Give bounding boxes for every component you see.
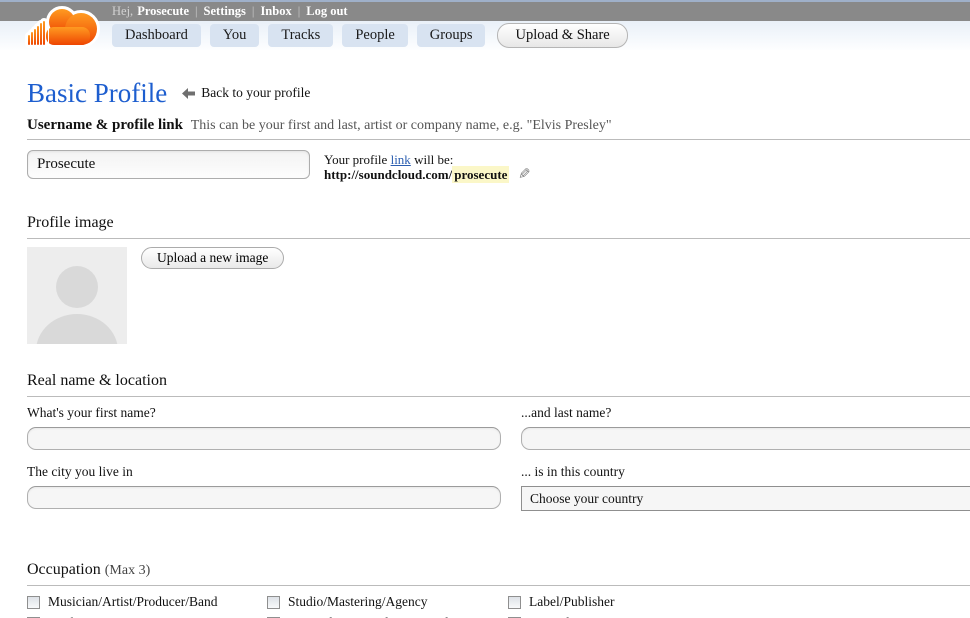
username-section-header: Username & profile link This can be your… xyxy=(27,117,970,140)
checkbox[interactable] xyxy=(267,595,280,609)
page-content: Basic Profile Back to your profile Usern… xyxy=(0,77,970,618)
real-name-grid: What's your first name? The city you liv… xyxy=(27,397,970,511)
profile-url-slug: prosecute xyxy=(452,166,510,183)
separator: | xyxy=(195,4,198,18)
upload-image-button[interactable]: Upload a new image xyxy=(141,247,285,269)
profile-url-line: http://soundcloud.com/prosecute ✎ xyxy=(324,165,531,183)
right-column: ...and last name? ... is in this country… xyxy=(521,397,970,511)
account-topbar: Hej, Prosecute | Settings | Inbox | Log … xyxy=(0,2,970,21)
checkbox[interactable] xyxy=(27,595,40,609)
last-name-input[interactable] xyxy=(521,427,970,450)
soundcloud-basic-profile-page: Hej, Prosecute | Settings | Inbox | Log … xyxy=(0,0,970,618)
left-column: What's your first name? The city you liv… xyxy=(27,397,501,511)
separator: | xyxy=(297,4,301,18)
separator: | xyxy=(251,4,255,18)
title-row: Basic Profile Back to your profile xyxy=(27,77,970,109)
nav-you[interactable]: You xyxy=(209,24,260,47)
edit-pencil-icon[interactable]: ✎ xyxy=(518,165,531,183)
nav-tracks[interactable]: Tracks xyxy=(268,24,334,47)
profile-image-row: Upload a new image xyxy=(27,247,970,344)
topbar-inbox-link[interactable]: Inbox xyxy=(260,4,291,19)
occupation-options: Musician/Artist/Producer/Band Studio/Mas… xyxy=(27,594,970,618)
occupation-label: Label/Publisher xyxy=(529,594,615,609)
checkbox[interactable] xyxy=(508,595,521,609)
topbar-settings-link[interactable]: Settings xyxy=(204,4,246,19)
profile-image-section-title: Profile image xyxy=(27,214,114,231)
city-input[interactable] xyxy=(27,486,501,509)
occupation-max-note: (Max 3) xyxy=(104,563,151,578)
nav-dashboard[interactable]: Dashboard xyxy=(112,24,201,47)
nav-people[interactable]: People xyxy=(342,24,408,47)
profile-link-text-before: Your profile xyxy=(324,152,388,167)
username-section-hint: This can be your first and last, artist … xyxy=(190,118,612,133)
profile-url-base: http://soundcloud.com/ xyxy=(324,167,453,182)
country-label: ... is in this country xyxy=(521,464,625,479)
page-title: Basic Profile xyxy=(27,78,168,108)
topbar-username-link[interactable]: Prosecute xyxy=(137,4,189,19)
occupation-option-label-publisher[interactable]: Label/Publisher xyxy=(508,594,970,610)
first-name-label: What's your first name? xyxy=(27,405,156,420)
occupation-label: Studio/Mastering/Agency xyxy=(288,594,428,609)
occupation-section-title: Occupation xyxy=(27,561,101,578)
profile-link-info: Your profile link will be: http://soundc… xyxy=(324,150,531,183)
username-input[interactable] xyxy=(27,150,310,179)
username-section-title: Username & profile link xyxy=(27,117,183,133)
first-name-input[interactable] xyxy=(27,427,501,450)
occupation-section-header: Occupation (Max 3) xyxy=(27,561,970,586)
profile-link-anchor[interactable]: link xyxy=(391,152,411,167)
upload-share-button[interactable]: Upload & Share xyxy=(497,23,628,48)
city-label: The city you live in xyxy=(27,464,133,479)
occupation-option-musician[interactable]: Musician/Artist/Producer/Band xyxy=(27,594,267,610)
back-to-profile-link[interactable]: Back to your profile xyxy=(182,85,310,101)
last-name-label: ...and last name? xyxy=(521,405,612,420)
occupation-label: Musician/Artist/Producer/Band xyxy=(48,594,218,609)
back-link-label: Back to your profile xyxy=(201,85,311,100)
greeting-text: Hej, xyxy=(112,4,134,18)
country-select[interactable]: Choose your country xyxy=(521,486,970,511)
real-name-section-title: Real name & location xyxy=(27,372,167,389)
username-row: Your profile link will be: http://soundc… xyxy=(27,150,970,183)
occupation-option-studio[interactable]: Studio/Mastering/Agency xyxy=(267,594,508,610)
avatar-placeholder xyxy=(27,247,127,344)
profile-image-section-header: Profile image xyxy=(27,214,970,239)
main-nav: Dashboard You Tracks People Groups Uploa… xyxy=(0,21,970,50)
soundcloud-logo-icon[interactable] xyxy=(18,5,106,54)
profile-link-line: Your profile link will be: xyxy=(324,152,530,167)
back-arrow-icon xyxy=(182,87,196,99)
nav-groups[interactable]: Groups xyxy=(416,24,486,47)
topbar-logout-link[interactable]: Log out xyxy=(306,4,347,19)
profile-link-text-after: will be: xyxy=(414,152,454,167)
real-name-section-header: Real name & location xyxy=(27,372,970,397)
